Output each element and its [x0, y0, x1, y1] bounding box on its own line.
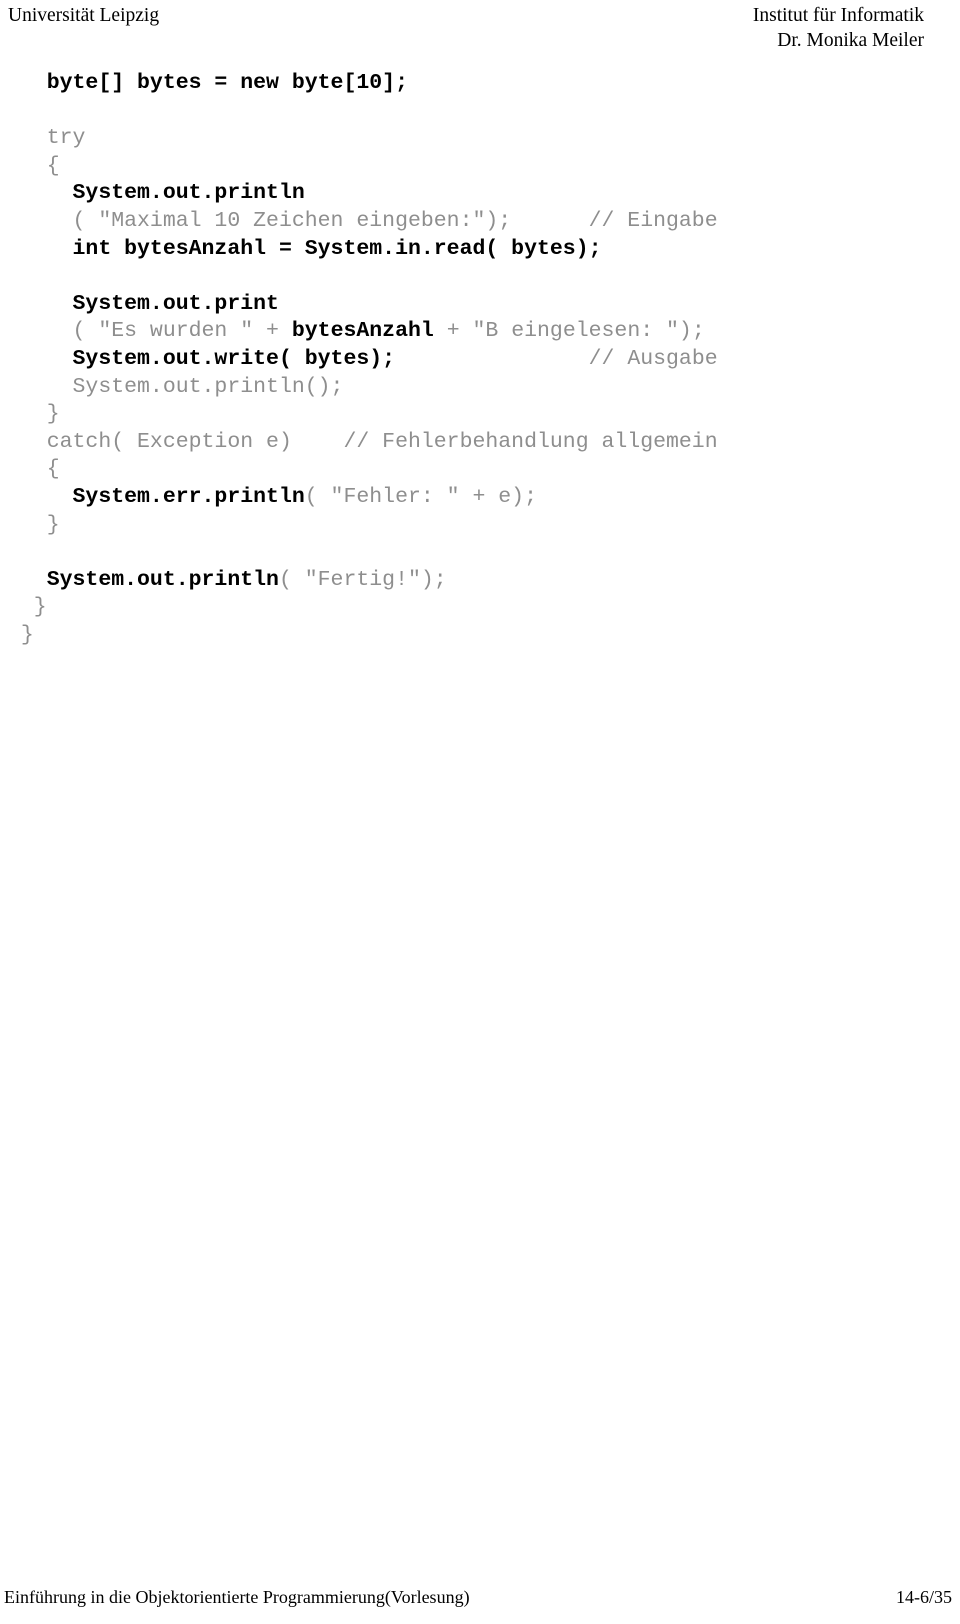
page-header: Universität Leipzig Institut für Informa…	[0, 0, 960, 56]
code-token-emphasis: int bytesAnzahl = System.in.read( bytes)…	[8, 236, 602, 261]
code-line: System.out.println	[0, 180, 960, 208]
code-token-normal: {	[8, 457, 60, 482]
header-institute-block: Institut für Informatik Dr. Monika Meile…	[753, 4, 924, 54]
code-token-normal: ( "Es wurden " +	[8, 319, 292, 344]
code-line: byte[] bytes = new byte[10];	[0, 70, 960, 98]
code-token-normal: ( "Maximal 10 Zeichen eingeben:"); // Ei…	[8, 208, 718, 233]
code-token-emphasis: bytesAnzahl	[291, 319, 434, 344]
code-line: System.out.write( bytes); // Ausgabe	[0, 346, 960, 374]
code-token-normal: // Ausgabe	[395, 346, 718, 371]
code-token-emphasis: System.out.write( bytes);	[8, 346, 396, 371]
code-token-normal: catch( Exception e) // Fehlerbehandlung …	[8, 429, 718, 454]
code-token-normal: }	[8, 512, 60, 537]
code-line: catch( Exception e) // Fehlerbehandlung …	[0, 429, 960, 457]
code-line: System.err.println( "Fehler: " + e);	[0, 484, 960, 512]
code-line: }	[0, 512, 960, 540]
code-line: ( "Es wurden " + bytesAnzahl + "B eingel…	[0, 318, 960, 346]
code-token-normal: ( "Fehler: " + e);	[304, 484, 537, 509]
code-line: System.out.print	[0, 291, 960, 319]
header-institute: Institut für Informatik	[752, 5, 924, 26]
code-line: try	[0, 125, 960, 153]
code-line: {	[0, 456, 960, 484]
code-line: int bytesAnzahl = System.in.read( bytes)…	[0, 236, 960, 264]
code-token-emphasis: System.err.println	[8, 484, 305, 509]
code-token-emphasis: byte[] bytes = new byte[10];	[8, 71, 408, 95]
footer-page-number: 14-6/35	[896, 1587, 952, 1607]
code-token-normal: }	[8, 622, 34, 647]
code-token-emphasis: System.out.println	[8, 181, 305, 206]
code-token-normal: }	[8, 595, 47, 620]
code-line: System.out.println( "Fertig!");	[0, 567, 960, 595]
slide-page: Universität Leipzig Institut für Informa…	[0, 0, 960, 1624]
page-footer: Einführung in die Objektorientierte Prog…	[0, 1587, 960, 1608]
code-line: }	[0, 594, 960, 622]
code-line: }	[0, 401, 960, 429]
code-token-normal: }	[8, 402, 60, 427]
footer-course-title: Einführung in die Objektorientierte Prog…	[4, 1587, 470, 1607]
header-lecturer: Dr. Monika Meiler	[777, 29, 924, 51]
code-line: System.out.println();	[0, 374, 960, 402]
code-token-normal: + "B eingelesen: ");	[433, 319, 705, 344]
code-token-normal: {	[8, 153, 60, 178]
code-token-emphasis: System.out.println	[8, 567, 279, 592]
code-token-normal: ( "Fertig!");	[278, 567, 447, 592]
code-line: ( "Maximal 10 Zeichen eingeben:"); // Ei…	[0, 208, 960, 236]
header-institution: Universität Leipzig	[8, 5, 160, 26]
code-line: }	[0, 622, 960, 650]
code-listing: byte[] bytes = new byte[10]; try { Syste…	[0, 70, 960, 649]
code-token-emphasis: System.out.print	[8, 291, 279, 316]
code-token-normal: System.out.println();	[8, 374, 344, 399]
code-line: {	[0, 153, 960, 181]
code-token-normal: try	[8, 126, 86, 151]
